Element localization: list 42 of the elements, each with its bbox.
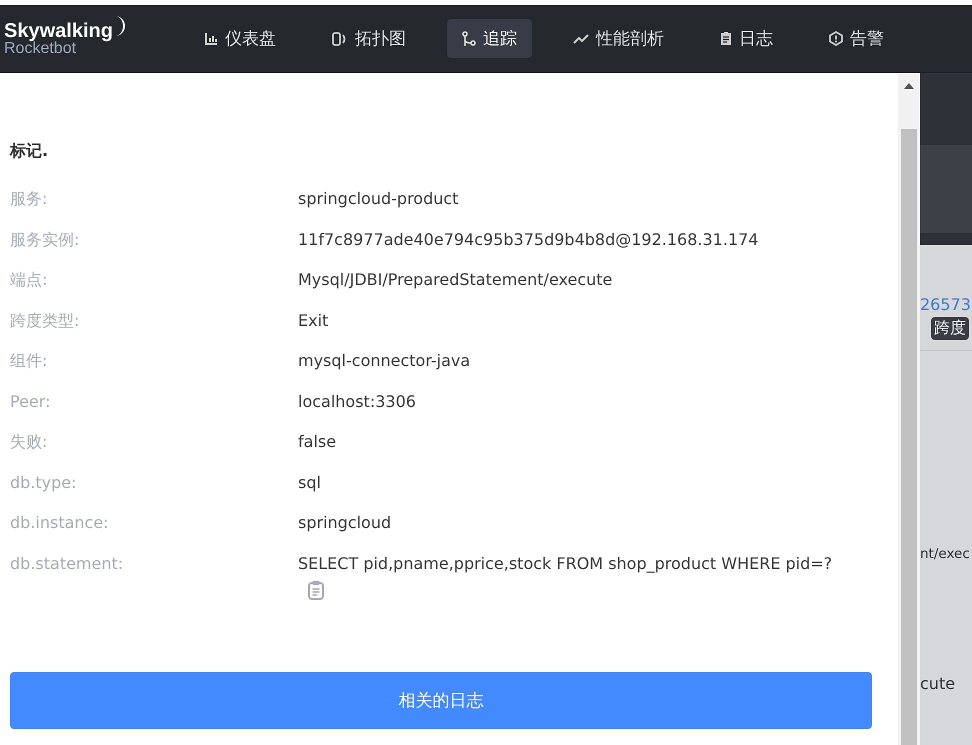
logo-subtitle: Rocketbot xyxy=(4,40,76,56)
field-value: Exit xyxy=(298,310,328,330)
nav-tab[interactable]: 仪表盘 xyxy=(189,19,291,58)
field-value: springcloud-product xyxy=(298,189,458,208)
scrollbar[interactable] xyxy=(898,73,920,745)
alert-icon xyxy=(829,31,843,46)
scroll-up-icon[interactable] xyxy=(904,83,914,89)
field-label: 跨度类型: xyxy=(10,310,80,332)
field-value: springcloud xyxy=(298,513,392,532)
section-title: 标记. xyxy=(10,141,50,162)
nav-tab[interactable]: 追踪 xyxy=(447,19,532,58)
field-value: localhost:3306 xyxy=(298,392,416,410)
nav-tab[interactable]: 性能剖析 xyxy=(558,19,679,58)
field-value: mysql-connector-java xyxy=(298,351,470,370)
field-label: Peer: xyxy=(10,392,52,412)
field-label: db.type: xyxy=(10,472,78,494)
logo-title: Skywalking xyxy=(4,20,113,40)
field-value: false xyxy=(298,432,336,451)
bar-chart-icon xyxy=(204,32,218,46)
endpoint-text: nt/exec xyxy=(920,546,970,562)
clipboard-icon xyxy=(720,31,732,46)
field-value: sql xyxy=(298,472,321,492)
field-value: 11f7c8977ade40e794c95b375d9b4b8d@192.168.31.174 xyxy=(298,230,758,248)
field-label: 服务: xyxy=(10,189,48,210)
trend-line-icon xyxy=(573,32,589,44)
field-label: 组件: xyxy=(10,351,48,372)
field-label: 端点: xyxy=(10,270,48,291)
topology-icon xyxy=(332,30,348,46)
nav-tab[interactable]: 拓扑图 xyxy=(317,19,421,58)
field-label: 失败: xyxy=(10,432,48,453)
field-label: db.instance: xyxy=(10,513,110,534)
branch-icon xyxy=(462,30,476,46)
field-label: 服务实例: xyxy=(10,230,80,250)
endpoint-text: cute xyxy=(920,674,956,693)
field-value: Mysql/JDBI/PreparedStatement/execute xyxy=(298,270,612,289)
field-value: SELECT pid,pname,pprice,stock FROM shop_product WHERE pid=? xyxy=(298,554,832,572)
nav-tab[interactable]: 告警 xyxy=(814,19,899,58)
span-badge: 跨度 xyxy=(931,317,969,340)
copy-icon[interactable] xyxy=(308,580,324,600)
scroll-thumb[interactable] xyxy=(901,129,917,745)
field-label: db.statement: xyxy=(10,554,124,574)
nav-tab[interactable]: 日志 xyxy=(705,19,788,58)
